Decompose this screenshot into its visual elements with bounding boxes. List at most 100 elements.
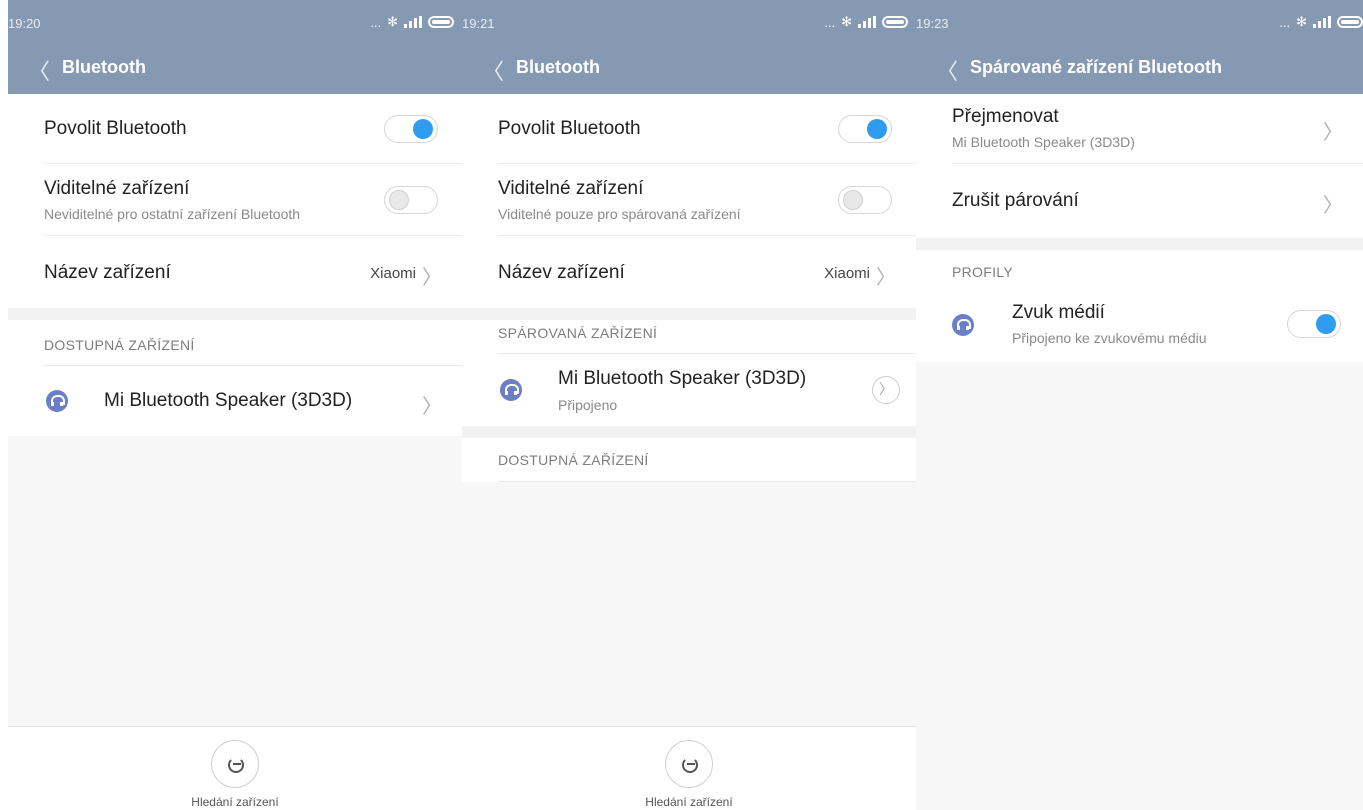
bluetooth-status-icon: ✻ bbox=[841, 14, 852, 29]
device-row-speaker[interactable]: Mi Bluetooth Speaker (3D3D) 〉 bbox=[8, 366, 462, 436]
device-name-label: Název zařízení bbox=[498, 262, 625, 283]
media-audio-label: Zvuk médií bbox=[1012, 302, 1105, 323]
status-bar: 19:21 ... ✻ bbox=[462, 0, 916, 40]
visible-device-row[interactable]: Viditelné zařízení Neviditelné pro ostat… bbox=[44, 164, 462, 236]
status-time: 19:21 bbox=[462, 16, 495, 31]
chevron-right-icon: 〉 bbox=[422, 394, 442, 418]
status-bar: 19:20 ... ✻ bbox=[8, 0, 462, 40]
unpair-row[interactable]: Zrušit párování 〉 bbox=[952, 164, 1363, 238]
battery-icon bbox=[882, 16, 908, 28]
visible-device-sub: Viditelné pouze pro spárovaná zařízení bbox=[498, 206, 741, 222]
paired-device-row-speaker[interactable]: Mi Bluetooth Speaker (3D3D) Připojeno 〉 bbox=[462, 354, 916, 426]
scan-devices-button[interactable] bbox=[211, 740, 259, 788]
visible-device-row[interactable]: Viditelné zařízení Viditelné pouze pro s… bbox=[498, 164, 916, 236]
more-dots-icon: ... bbox=[1279, 14, 1291, 30]
section-divider bbox=[462, 426, 916, 438]
headphones-icon bbox=[46, 390, 68, 412]
status-time: 19:20 bbox=[8, 16, 41, 31]
device-actions-list: Přejmenovat Mi Bluetooth Speaker (3D3D) … bbox=[916, 94, 1363, 238]
signal-icon bbox=[404, 16, 422, 28]
available-devices-header: DOSTUPNÁ ZAŘÍZENÍ bbox=[498, 438, 916, 482]
enable-bluetooth-toggle[interactable] bbox=[838, 115, 892, 143]
back-icon[interactable]: 〈 bbox=[482, 54, 504, 86]
toggle-knob bbox=[843, 190, 863, 210]
status-icons: ... ✻ bbox=[1279, 14, 1363, 30]
paired-devices-section: SPÁROVANÁ ZAŘÍZENÍ Mi Bluetooth Speaker … bbox=[462, 320, 916, 426]
available-devices-header: DOSTUPNÁ ZAŘÍZENÍ bbox=[44, 320, 462, 366]
status-time: 19:23 bbox=[916, 16, 949, 31]
status-bar: 19:23 ... ✻ bbox=[916, 0, 1363, 40]
toggle-knob bbox=[389, 190, 409, 210]
scan-devices-button[interactable] bbox=[665, 740, 713, 788]
visible-device-label: Viditelné zařízení bbox=[44, 178, 190, 199]
battery-icon bbox=[428, 16, 454, 28]
rename-row[interactable]: Přejmenovat Mi Bluetooth Speaker (3D3D) … bbox=[952, 94, 1363, 164]
app-bar: 〈 Bluetooth bbox=[462, 40, 916, 94]
available-devices-header-text: DOSTUPNÁ ZAŘÍZENÍ bbox=[44, 337, 195, 353]
available-devices-header-text: DOSTUPNÁ ZAŘÍZENÍ bbox=[498, 452, 649, 468]
scan-devices-label: Hledání zařízení bbox=[645, 795, 733, 809]
profiles-header: PROFILY bbox=[952, 250, 1363, 290]
status-icons: ... ✻ bbox=[370, 14, 454, 30]
more-dots-icon: ... bbox=[370, 14, 382, 30]
paired-devices-header-text: SPÁROVANÁ ZAŘÍZENÍ bbox=[498, 325, 658, 341]
bottom-bar: Hledání zařízení bbox=[8, 726, 462, 810]
device-name-value: Xiaomi bbox=[370, 265, 416, 282]
enable-bluetooth-label: Povolit Bluetooth bbox=[44, 118, 187, 139]
back-icon[interactable]: 〈 bbox=[936, 54, 958, 86]
enable-bluetooth-toggle[interactable] bbox=[384, 115, 438, 143]
app-bar: 〈 Spárované zařízení Bluetooth bbox=[916, 40, 1363, 94]
device-name-row[interactable]: Název zařízení Xiaomi 〉 bbox=[498, 236, 916, 308]
toggle-knob bbox=[1316, 314, 1336, 334]
unpair-label: Zrušit párování bbox=[952, 190, 1079, 211]
bluetooth-settings-list: Povolit Bluetooth Viditelné zařízení Nev… bbox=[8, 94, 462, 308]
media-audio-row[interactable]: Zvuk médií Připojeno ke zvukovému médiu bbox=[916, 290, 1363, 362]
headphones-icon bbox=[952, 314, 974, 336]
back-icon[interactable]: 〈 bbox=[28, 54, 50, 86]
enable-bluetooth-row[interactable]: Povolit Bluetooth bbox=[498, 94, 916, 164]
toggle-knob bbox=[867, 119, 887, 139]
visible-device-label: Viditelné zařízení bbox=[498, 178, 644, 199]
app-bar: 〈 Bluetooth bbox=[8, 40, 462, 94]
profiles-header-text: PROFILY bbox=[952, 264, 1013, 280]
available-devices-section: DOSTUPNÁ ZAŘÍZENÍ bbox=[462, 438, 916, 482]
section-divider bbox=[916, 238, 1363, 250]
device-name-row[interactable]: Název zařízení Xiaomi 〉 bbox=[44, 236, 462, 308]
available-devices-section: DOSTUPNÁ ZAŘÍZENÍ Mi Bluetooth Speaker (… bbox=[8, 320, 462, 436]
media-audio-toggle[interactable] bbox=[1287, 310, 1341, 338]
device-status: Připojeno bbox=[558, 397, 618, 413]
page-title: Bluetooth bbox=[516, 57, 600, 77]
page-title: Bluetooth bbox=[62, 57, 146, 77]
enable-bluetooth-label: Povolit Bluetooth bbox=[498, 118, 641, 139]
section-divider bbox=[462, 308, 916, 320]
device-details-button[interactable]: 〉 bbox=[872, 376, 900, 404]
signal-icon bbox=[1313, 16, 1331, 28]
media-audio-sub: Připojeno ke zvukovému médiu bbox=[1012, 330, 1207, 346]
device-name: Mi Bluetooth Speaker (3D3D) bbox=[558, 368, 807, 389]
bluetooth-status-icon: ✻ bbox=[1296, 14, 1307, 29]
visible-device-toggle[interactable] bbox=[838, 186, 892, 214]
screen-paired-device-details: 19:23 ... ✻ 〈 Spárované zařízení Bluetoo… bbox=[916, 0, 1363, 810]
bluetooth-settings-list: Povolit Bluetooth Viditelné zařízení Vid… bbox=[462, 94, 916, 308]
signal-icon bbox=[858, 16, 876, 28]
enable-bluetooth-row[interactable]: Povolit Bluetooth bbox=[44, 94, 462, 164]
visible-device-sub: Neviditelné pro ostatní zařízení Bluetoo… bbox=[44, 206, 301, 222]
headphones-icon bbox=[500, 379, 522, 401]
rename-label: Přejmenovat bbox=[952, 106, 1059, 127]
visible-device-toggle[interactable] bbox=[384, 186, 438, 214]
section-divider bbox=[8, 308, 462, 320]
bluetooth-status-icon: ✻ bbox=[387, 14, 398, 29]
page-title: Spárované zařízení Bluetooth bbox=[970, 57, 1223, 77]
chevron-right-icon: 〉 bbox=[1323, 120, 1343, 144]
profiles-section: PROFILY Zvuk médií Připojeno ke zvukovém… bbox=[916, 250, 1363, 362]
screen-bluetooth-settings-1: 19:20 ... ✻ 〈 Bluetooth Povolit Bluetoot… bbox=[8, 0, 462, 810]
chevron-right-icon: 〉 bbox=[1323, 193, 1343, 217]
paired-devices-header: SPÁROVANÁ ZAŘÍZENÍ bbox=[498, 320, 916, 354]
device-name-label: Název zařízení bbox=[44, 262, 171, 283]
chevron-right-icon: 〉 bbox=[422, 265, 442, 289]
scan-devices-label: Hledání zařízení bbox=[191, 795, 279, 809]
chevron-right-icon: 〉 bbox=[876, 265, 896, 289]
device-name-value: Xiaomi bbox=[824, 265, 870, 282]
toggle-knob bbox=[413, 119, 433, 139]
battery-icon bbox=[1337, 16, 1363, 28]
